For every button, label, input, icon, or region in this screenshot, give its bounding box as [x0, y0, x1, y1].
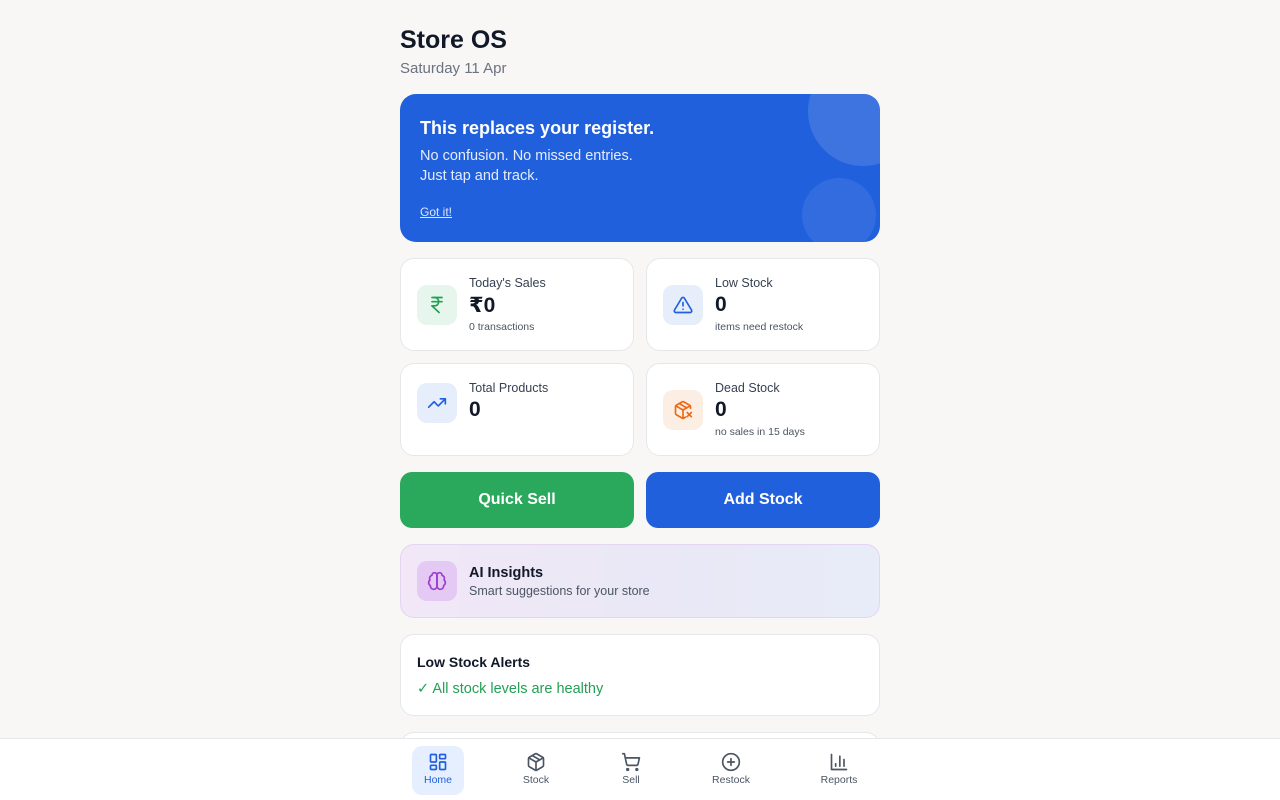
stat-value: 0 [715, 293, 727, 316]
ai-insights-subtitle: Smart suggestions for your store [469, 584, 650, 598]
quick-sell-button[interactable]: Quick Sell [400, 472, 634, 528]
stat-card-total-products[interactable]: Total Products 0 [400, 363, 634, 456]
cart-icon [621, 752, 641, 772]
banner-text: No confusion. No missed entries. [420, 148, 633, 164]
page-title: Store OS [400, 26, 507, 54]
package-x-icon [663, 390, 703, 430]
stat-value: ₹0 [469, 294, 496, 317]
bottom-nav: Home Stock Sell Restock Reports [0, 738, 1280, 800]
stat-label: Today's Sales [469, 276, 546, 290]
stat-label: Dead Stock [715, 381, 780, 395]
stat-sub: 0 transactions [469, 321, 535, 333]
add-stock-button[interactable]: Add Stock [646, 472, 880, 528]
nav-label: Home [423, 774, 452, 786]
stat-card-todays-sales[interactable]: Today's Sales ₹0 0 transactions [400, 258, 634, 351]
nav-item-restock[interactable]: Restock [702, 746, 760, 795]
stat-label: Total Products [469, 381, 549, 395]
alert-triangle-icon [663, 285, 703, 325]
nav-label: Reports [820, 774, 858, 786]
nav-item-home[interactable]: Home [412, 746, 464, 795]
nav-item-stock[interactable]: Stock [510, 746, 562, 795]
stat-label: Low Stock [715, 276, 773, 290]
stat-value: 0 [469, 398, 481, 421]
got-it-link[interactable]: Got it! [420, 205, 452, 219]
nav-item-reports[interactable]: Reports [810, 746, 868, 795]
banner-decor-circle [808, 94, 880, 166]
low-stock-alerts-card: Low Stock Alerts ✓ All stock levels are … [400, 634, 880, 716]
current-date: Saturday 11 Apr [400, 60, 507, 77]
stat-value: 0 [715, 398, 727, 421]
onboarding-banner: This replaces your register. No confusio… [400, 94, 880, 242]
stat-sub: no sales in 15 days [715, 426, 805, 438]
stat-sub: items need restock [715, 321, 804, 333]
stat-card-dead-stock[interactable]: Dead Stock 0 no sales in 15 days [646, 363, 880, 456]
ai-insights-card[interactable]: AI Insights Smart suggestions for your s… [400, 544, 880, 618]
banner-text: Just tap and track. [420, 168, 539, 184]
trending-up-icon [417, 383, 457, 423]
ai-insights-title: AI Insights [469, 565, 544, 581]
brain-icon [417, 561, 457, 601]
low-stock-alerts-title: Low Stock Alerts [417, 654, 531, 670]
stat-card-low-stock[interactable]: Low Stock 0 items need restock [646, 258, 880, 351]
nav-label: Stock [522, 774, 550, 786]
nav-item-sell[interactable]: Sell [605, 746, 657, 795]
plus-circle-icon [721, 752, 741, 772]
banner-decor-circle [802, 178, 876, 242]
nav-label: Restock [712, 774, 750, 786]
box-icon [526, 752, 546, 772]
nav-label: Sell [622, 774, 640, 786]
banner-title: This replaces your register. [420, 118, 655, 138]
stock-healthy-status: ✓ All stock levels are healthy [417, 681, 604, 697]
bar-chart-icon [829, 752, 849, 772]
rupee-icon [417, 285, 457, 325]
grid-icon [428, 752, 448, 772]
